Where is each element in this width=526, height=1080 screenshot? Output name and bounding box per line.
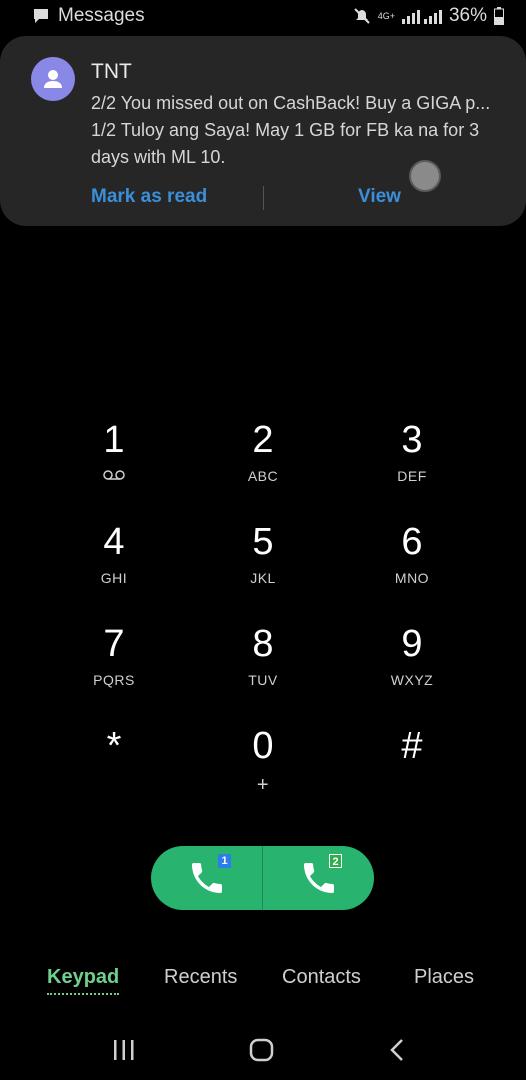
touch-indicator [409,160,441,192]
message-icon [34,9,48,23]
notification-line: 1/2 Tuloy ang Saya! May 1 GB for FB ka n… [91,120,480,140]
key-digit: 3 [401,419,423,461]
sim1-badge: 1 [218,854,231,868]
key-digit: 2 [252,419,274,461]
key-digit: 1 [103,419,125,461]
battery-percent: 36% [448,5,487,26]
key-digit: 0 [252,725,274,767]
key-letters: DEF [397,468,427,484]
action-divider [263,186,264,210]
recent-apps-button[interactable] [112,1036,136,1066]
call-buttons: 1 2 [151,846,374,910]
status-bar: Messages 4G+ 36% [0,0,526,34]
key-digit: 5 [252,521,274,563]
key-star[interactable]: * [54,724,174,768]
network-type: 4G+ [377,11,395,21]
key-2[interactable]: 2 ABC [203,418,323,484]
tab-recents[interactable]: Recents [164,966,237,989]
key-digit: 6 [401,521,423,563]
notification-line: days with ML 10. [91,147,226,167]
notification-body: 2/2 You missed out on CashBack! Buy a GI… [91,90,501,171]
key-5[interactable]: 5 JKL [203,520,323,586]
back-button[interactable] [386,1036,410,1066]
status-indicators: 4G+ 36% [346,5,504,27]
back-icon [390,1039,403,1061]
key-letters: ABC [247,468,279,484]
call-sim2-button[interactable]: 2 [263,846,374,910]
key-digit: 7 [103,623,125,665]
key-letters: PQRS [93,672,135,688]
key-digit: * [106,725,122,767]
key-letters: WXYZ [390,672,434,688]
voicemail-icon [54,468,174,484]
battery-icon [494,7,504,25]
key-letters: MNO [394,570,430,586]
recent-apps-icon [114,1040,134,1060]
call-sim1-button[interactable]: 1 [151,846,262,910]
person-icon [44,70,62,88]
view-button[interactable]: View [358,186,401,208]
signal-icon [401,10,442,24]
key-letters: + [256,774,270,796]
key-7[interactable]: 7 PQRS [54,622,174,688]
key-digit: 9 [401,623,423,665]
key-letters: JKL [250,570,276,586]
tab-places[interactable]: Places [414,966,474,989]
home-button[interactable] [248,1036,276,1066]
tab-contacts[interactable]: Contacts [282,966,361,989]
status-app: Messages [32,5,145,27]
sim2-badge: 2 [329,854,342,868]
key-letters: TUV [248,672,278,688]
tab-keypad[interactable]: Keypad [47,966,120,995]
key-1[interactable]: 1 [54,418,174,484]
key-digit: 4 [103,521,125,563]
avatar [31,57,75,101]
key-digit: # [401,725,423,767]
notification-sender: TNT [91,60,132,83]
status-app-name: Messages [58,5,145,26]
key-digit: 8 [252,623,274,665]
key-hash[interactable]: # [352,724,472,768]
key-8[interactable]: 8 TUV [203,622,323,688]
key-0[interactable]: 0 + [203,724,323,797]
notification-line: 2/2 You missed out on CashBack! Buy a GI… [91,93,491,113]
key-9[interactable]: 9 WXYZ [352,622,472,688]
key-6[interactable]: 6 MNO [352,520,472,586]
home-icon [249,1038,274,1062]
key-3[interactable]: 3 DEF [352,418,472,484]
mark-as-read-button[interactable]: Mark as read [91,186,207,208]
key-4[interactable]: 4 GHI [54,520,174,586]
mute-icon [353,8,370,24]
key-letters: GHI [100,570,128,586]
